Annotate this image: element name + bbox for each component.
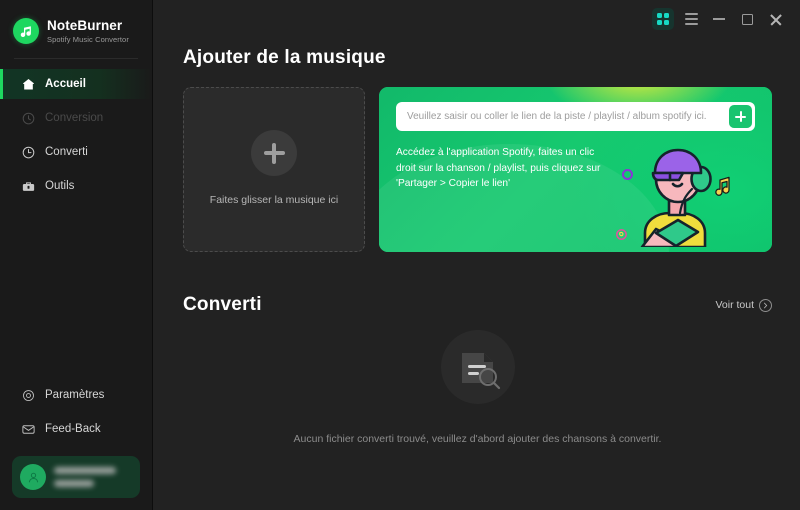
sidebar-item-label: Outils xyxy=(45,180,75,192)
brand-subtitle: Spotify Music Convertor xyxy=(47,34,129,44)
sidebar-item-label: Conversion xyxy=(45,112,104,124)
brand: NoteBurner Spotify Music Convertor xyxy=(0,0,152,48)
sidebar-item-parametres[interactable]: Paramètres xyxy=(0,380,152,410)
sidebar-bottom: Paramètres Feed-Back xyxy=(0,380,152,510)
see-all-button[interactable]: Voir tout xyxy=(715,298,772,312)
close-icon xyxy=(769,13,782,26)
minimize-button[interactable] xyxy=(706,6,732,32)
add-link-button[interactable] xyxy=(729,105,752,128)
avatar xyxy=(20,464,46,490)
sidebar-item-label: Feed-Back xyxy=(45,423,101,435)
document-search-icon xyxy=(440,330,515,404)
sidebar-nav: Accueil Conversion Converti Outils xyxy=(0,69,152,205)
sidebar-item-converti[interactable]: Converti xyxy=(0,137,152,167)
sidebar-item-label: Paramètres xyxy=(45,389,105,401)
sidebar: NoteBurner Spotify Music Convertor Accue… xyxy=(0,0,153,510)
add-music-row: Faites glisser la musique ici Accédez à … xyxy=(183,87,772,252)
dropzone-label: Faites glisser la musique ici xyxy=(209,194,339,207)
sidebar-item-accueil[interactable]: Accueil xyxy=(0,69,152,99)
empty-message: Aucun fichier converti trouvé, veuillez … xyxy=(293,433,662,445)
refresh-icon xyxy=(20,110,36,126)
app-window: NoteBurner Spotify Music Convertor Accue… xyxy=(0,0,800,510)
sidebar-item-label: Accueil xyxy=(45,78,86,90)
account-details xyxy=(54,467,116,487)
home-icon xyxy=(20,76,36,92)
main-content: Ajouter de la musique Faites glisser la … xyxy=(153,0,800,510)
sidebar-item-feedback[interactable]: Feed-Back xyxy=(0,414,152,444)
sidebar-item-label: Converti xyxy=(45,146,88,158)
person-with-headphones-illustration xyxy=(622,129,740,252)
gear-icon xyxy=(20,387,36,403)
page-title: Ajouter de la musique xyxy=(183,47,386,68)
brand-divider xyxy=(14,58,138,59)
brand-title: NoteBurner xyxy=(47,18,123,33)
sidebar-item-conversion[interactable]: Conversion xyxy=(0,103,152,133)
grid-icon xyxy=(652,8,674,30)
spotify-link-banner: Accédez à l'application Spotify, faites … xyxy=(379,87,772,252)
clock-icon xyxy=(20,144,36,160)
minimize-icon xyxy=(713,18,725,20)
envelope-icon xyxy=(20,421,36,437)
dropzone[interactable]: Faites glisser la musique ici xyxy=(183,87,365,252)
maximize-button[interactable] xyxy=(734,6,760,32)
url-input-row xyxy=(396,102,755,131)
menu-button[interactable] xyxy=(678,6,704,32)
banner-hint: Accédez à l'application Spotify, faites … xyxy=(396,147,601,189)
toolbox-icon xyxy=(20,178,36,194)
url-input[interactable] xyxy=(407,102,729,131)
hamburger-icon xyxy=(684,13,698,25)
converted-empty-state: Aucun fichier converti trouvé, veuillez … xyxy=(183,330,772,445)
see-all-label: Voir tout xyxy=(715,299,754,311)
close-button[interactable] xyxy=(762,6,788,32)
maximize-icon xyxy=(741,13,753,25)
chevron-right-icon xyxy=(759,298,772,312)
account-name-masked xyxy=(54,467,116,474)
sidebar-item-outils[interactable]: Outils xyxy=(0,171,152,201)
music-note-icon xyxy=(13,18,39,44)
plus-icon xyxy=(251,130,297,177)
grid-view-button[interactable] xyxy=(650,6,676,32)
account-plan-masked xyxy=(54,480,94,487)
account-card[interactable] xyxy=(12,456,140,498)
converted-header: Converti Voir tout xyxy=(183,294,772,316)
window-controls xyxy=(153,0,800,38)
converted-title: Converti xyxy=(183,294,262,315)
